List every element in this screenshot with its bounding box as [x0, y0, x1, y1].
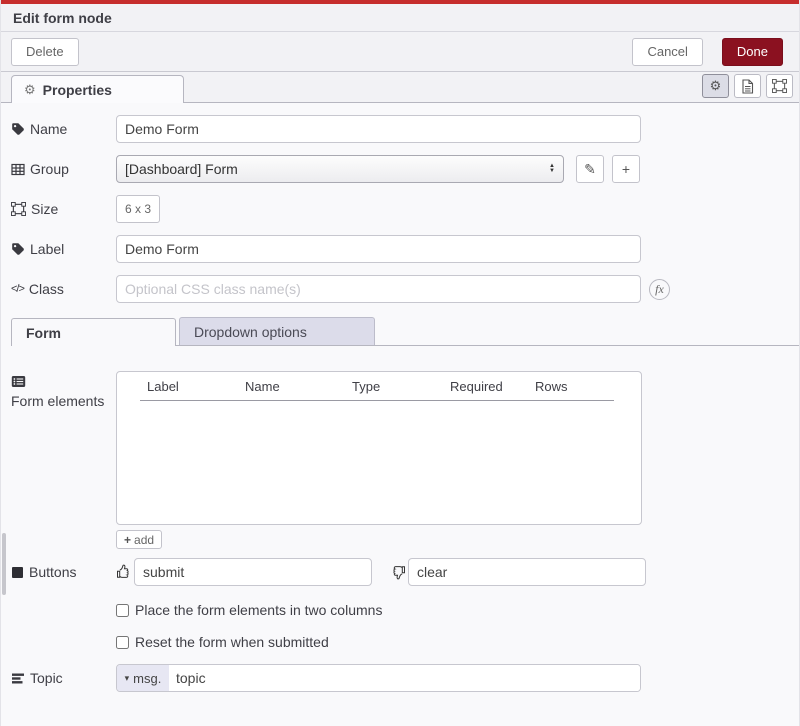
subtab-form[interactable]: Form [11, 318, 176, 346]
tab-actions: ⚙ [702, 74, 793, 98]
add-element-button[interactable]: + add [116, 530, 162, 549]
name-input[interactable] [116, 115, 641, 143]
label-row: Label [11, 235, 799, 263]
topic-row: Topic ▾ msg. [11, 664, 799, 692]
gear-icon: ⚙ [710, 78, 722, 94]
form-elements-label: Form elements [11, 371, 116, 409]
name-label: Name [11, 121, 116, 137]
column-label: Label [147, 379, 245, 394]
topic-type-button[interactable]: ▾ msg. [117, 665, 169, 691]
dialog-toolbar: Delete Cancel Done [1, 32, 799, 72]
size-row: Size 6 x 3 [11, 195, 799, 223]
reset-checkbox-row: Reset the form when submitted [116, 634, 799, 650]
class-label: </> Class [11, 281, 116, 297]
tab-properties-label: Properties [43, 82, 112, 98]
cancel-button[interactable]: Cancel [632, 38, 702, 66]
group-label: Group [11, 161, 116, 177]
fx-icon: fx [655, 282, 664, 297]
class-row: </> Class fx [11, 275, 799, 303]
group-select[interactable]: [Dashboard] Form ▲ ▼ [116, 155, 564, 183]
dialog-title: Edit form node [13, 10, 112, 26]
thumbs-down-icon [390, 564, 406, 580]
thumbs-up-icon [116, 564, 132, 580]
list-icon [11, 375, 26, 388]
pencil-icon: ✎ [584, 161, 596, 178]
document-icon [741, 79, 754, 94]
code-icon: </> [11, 283, 24, 295]
tasks-icon [11, 672, 25, 685]
add-group-button[interactable]: + [612, 155, 640, 183]
table-icon [11, 163, 25, 176]
appearance-view-button[interactable] [766, 74, 793, 98]
square-icon [11, 566, 24, 579]
size-button[interactable]: 6 x 3 [116, 195, 160, 223]
plus-icon: + [622, 161, 630, 177]
two-columns-checkbox-row: Place the form elements in two columns [116, 602, 799, 618]
size-label: Size [11, 201, 116, 217]
subtab-dropdown-options[interactable]: Dropdown options [179, 317, 375, 345]
object-group-icon [11, 202, 26, 216]
done-button[interactable]: Done [722, 38, 783, 66]
column-rows: Rows [535, 379, 614, 394]
group-row: Group [Dashboard] Form ▲ ▼ ✎ + [11, 155, 799, 183]
caret-down-icon: ▾ [125, 673, 130, 684]
properties-panel: Name Group [Dashboard] Form ▲ ▼ [1, 103, 799, 726]
reset-checkbox[interactable] [116, 636, 129, 649]
plus-icon: + [124, 533, 131, 547]
group-select-value: [Dashboard] Form [125, 161, 549, 177]
form-elements-section: Form elements Label Name Type Required R… [11, 371, 799, 549]
properties-view-button[interactable]: ⚙ [702, 74, 729, 98]
scrollbar-thumb[interactable] [2, 533, 6, 595]
topic-type-label: msg. [133, 671, 161, 686]
label-input[interactable] [116, 235, 641, 263]
edit-group-button[interactable]: ✎ [576, 155, 604, 183]
tag-icon [11, 242, 25, 256]
gear-icon: ⚙ [24, 82, 36, 98]
description-view-button[interactable] [734, 74, 761, 98]
delete-button[interactable]: Delete [11, 38, 79, 66]
label-label: Label [11, 241, 116, 257]
form-elements-header: Label Name Type Required Rows [140, 372, 614, 401]
form-elements-empty-body [117, 401, 641, 515]
dialog-title-bar: Edit form node [1, 4, 799, 32]
class-input[interactable] [116, 275, 641, 303]
select-arrows-icon: ▲ ▼ [549, 164, 555, 174]
topic-label: Topic [11, 670, 116, 686]
topic-input-group: ▾ msg. [116, 664, 641, 692]
form-subtabs: Form Dropdown options [11, 317, 799, 346]
name-row: Name [11, 115, 799, 143]
buttons-row: Buttons [11, 558, 799, 586]
column-name: Name [245, 379, 352, 394]
buttons-label: Buttons [11, 564, 116, 580]
column-required: Required [450, 379, 535, 394]
column-type: Type [352, 379, 450, 394]
tag-icon [11, 122, 25, 136]
topic-input[interactable] [169, 665, 640, 691]
clear-button-text-input[interactable] [408, 558, 646, 586]
edit-form-node-dialog: Edit form node Delete Cancel Done ⚙ Prop… [0, 0, 800, 726]
object-group-icon [772, 79, 787, 93]
expression-button[interactable]: fx [649, 279, 670, 300]
two-columns-checkbox[interactable] [116, 604, 129, 617]
submit-button-text-input[interactable] [134, 558, 372, 586]
editor-tabbar: ⚙ Properties ⚙ [1, 72, 799, 103]
tab-properties[interactable]: ⚙ Properties [11, 75, 184, 103]
form-elements-list[interactable]: Label Name Type Required Rows [116, 371, 642, 525]
